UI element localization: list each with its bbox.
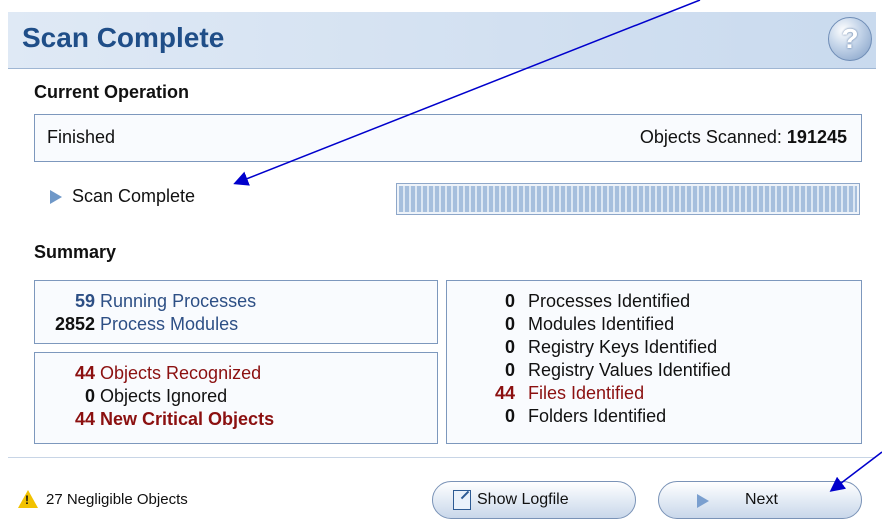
- annotation-arrow-next: [829, 451, 882, 492]
- annotation-arrow-scan-complete: [233, 0, 701, 186]
- annotation-arrows: [233, 0, 882, 492]
